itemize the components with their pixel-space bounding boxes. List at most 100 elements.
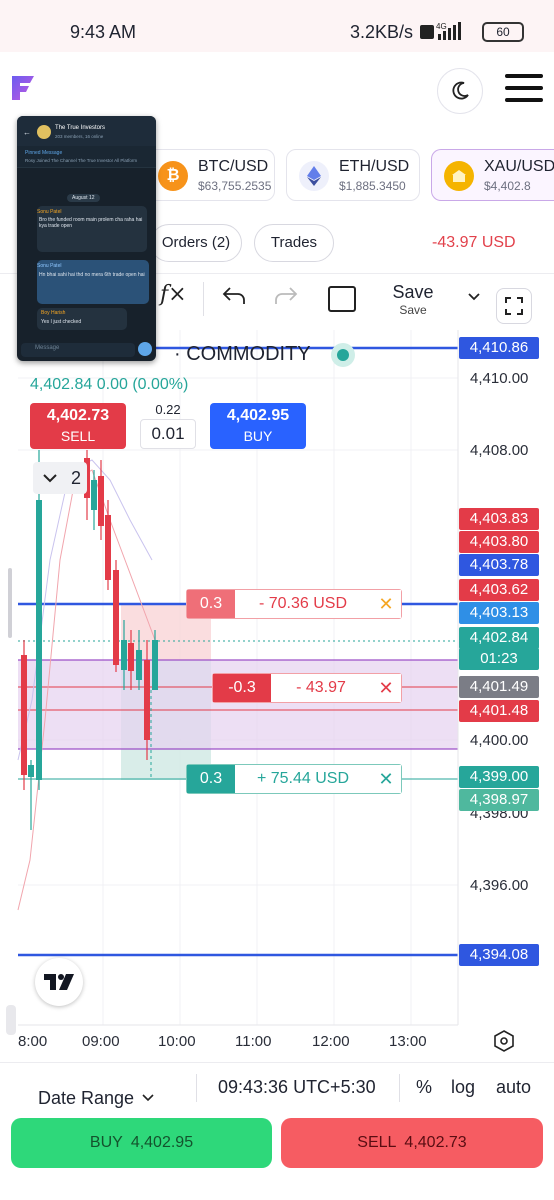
divider (399, 1074, 400, 1102)
position-order[interactable]: -0.3 - 43.97 ✕ (212, 673, 402, 703)
close-icon[interactable]: ✕ (371, 765, 401, 793)
mic-icon[interactable] (138, 342, 152, 356)
percent-scale-toggle[interactable]: % (416, 1077, 432, 1121)
f-logo-icon[interactable] (10, 74, 36, 102)
time-tick: 11:00 (235, 1033, 272, 1050)
msg-text: Yes I just checked (41, 319, 82, 325)
price-tag: 4,401.49 (459, 676, 539, 698)
axis-tick: 4,396.00 (470, 877, 529, 894)
price-tag: 4,403.80 (459, 531, 539, 553)
chevron-down-icon (43, 474, 57, 483)
close-icon[interactable]: ✕ (371, 674, 401, 702)
price-tag: 4,399.00 (459, 766, 539, 788)
order-qty: -0.3 (213, 674, 271, 702)
chart-settings-icon[interactable] (494, 1030, 514, 1057)
symbol-price: $63,755.2535 (198, 179, 272, 193)
date-chip: August 12 (67, 194, 100, 202)
pnl-value: -43.97 USD (432, 234, 516, 251)
date-range-label: Date Range (38, 1087, 135, 1108)
redo-icon (275, 287, 298, 304)
symbol-card-eth[interactable]: ETH/USD $1,885.3450 (286, 149, 420, 201)
buy-price: 4,402.95 (130, 1134, 194, 1151)
chevron-down-icon[interactable] (466, 288, 482, 309)
tab-trades[interactable]: Trades (254, 224, 334, 262)
redo-button[interactable] (272, 284, 300, 314)
back-arrow-icon[interactable]: ← (23, 128, 31, 137)
symbol-card-btc[interactable]: ₿ BTC/USD $63,755.2535 (145, 149, 275, 201)
gold-icon (444, 161, 474, 191)
price-tag: 4,403.13 (459, 602, 539, 624)
interval-selector[interactable]: 2 (33, 462, 87, 494)
symbol-name: ETH/USD (339, 158, 410, 175)
pinned-text: Rosy Joined The Channel The True Investo… (25, 158, 138, 163)
take-profit-order[interactable]: 0.3 + 75.44 USD ✕ (186, 764, 402, 794)
chart-buy-button[interactable]: 4,402.95 BUY (210, 403, 306, 449)
log-scale-toggle[interactable]: log (451, 1077, 475, 1121)
sell-label: SELL (357, 1134, 397, 1151)
time-tick: 13:00 (389, 1033, 427, 1050)
status-time: 9:43 AM (70, 22, 137, 42)
pinned-label: Pinned Message (25, 150, 63, 156)
sell-button[interactable]: SELL 4,402.73 (281, 1118, 543, 1168)
chevron-down-icon (142, 1094, 154, 1102)
order-value: - 70.36 USD (235, 590, 371, 618)
msg-text: Bro the funded room main prolem cha raha… (39, 217, 143, 229)
buy-label: BUY (243, 428, 273, 444)
lot-step: 0.22 (155, 402, 181, 417)
buy-button[interactable]: BUY 4,402.95 (11, 1118, 272, 1168)
save-button[interactable]: Save (390, 282, 436, 303)
axis-tick: 4,408.00 (470, 442, 529, 459)
hamburger-icon (505, 74, 543, 78)
symbol-name: BTC/USD (198, 158, 269, 175)
symbol-name: XAU/USD (484, 158, 554, 175)
order-qty: 0.3 (187, 590, 235, 618)
fullscreen-button[interactable] (496, 288, 532, 324)
chat-subtitle: 203 members, 16 online (55, 134, 104, 139)
layout-square-icon[interactable] (328, 286, 356, 312)
theme-toggle-button[interactable] (437, 68, 483, 114)
lot-quantity-input[interactable]: 0.01 (140, 419, 196, 449)
auto-scale-toggle[interactable]: auto (496, 1077, 531, 1121)
price-tag: 4,403.62 (459, 579, 539, 601)
price-tag: 4,394.08 (459, 944, 539, 966)
indicators-button[interactable]: f× (160, 282, 187, 312)
price-tag: 4,398.97 (459, 789, 539, 811)
order-value: - 43.97 (271, 674, 371, 702)
last-price-tag: 4,402.84 (459, 627, 539, 649)
time-tick: 10:00 (158, 1033, 196, 1050)
tab-orders[interactable]: Orders (2) (150, 224, 242, 262)
msg-author: Boy Harish (41, 310, 66, 316)
avatar (37, 125, 51, 139)
save-sublabel: Save (399, 303, 427, 317)
msg-text: Hn bhai sahi hai thd no mera 6th trade o… (39, 272, 145, 278)
price-tag: 4,403.83 (459, 508, 539, 530)
side-drawer-handle[interactable] (6, 1005, 16, 1035)
time-tick: 12:00 (312, 1033, 350, 1050)
chat-overlay-window[interactable]: ← The True Investors 203 members, 16 onl… (17, 116, 156, 361)
utc-clock[interactable]: 09:43:36 UTC+5:30 (218, 1077, 376, 1121)
battery-icon: 60 (482, 22, 524, 42)
order-value: + 75.44 USD (235, 765, 371, 793)
network-type: 4G (436, 22, 447, 31)
price-tag: 4,410.86 (459, 337, 539, 359)
divider (0, 1062, 554, 1063)
symbol-card-xau[interactable]: XAU/USD $4,402.8 (431, 149, 554, 201)
network-speed: 3.2KB/s (350, 22, 414, 42)
axis-tick: 4,400.00 (470, 732, 529, 749)
countdown-tag: 01:23 (459, 648, 539, 670)
date-range-button[interactable]: Date Range (38, 1076, 154, 1120)
axis-tick: 4,410.00 (470, 370, 529, 387)
msg-author: Sonu Patel (37, 209, 62, 215)
market-type-label: · COMMODITY (174, 343, 311, 365)
undo-button[interactable] (220, 284, 248, 314)
close-icon[interactable]: ✕ (371, 590, 401, 618)
tradingview-logo-icon[interactable] (35, 958, 83, 1006)
scrollbar[interactable] (8, 568, 12, 638)
hamburger-menu-button[interactable] (505, 74, 543, 104)
order-qty: 0.3 (187, 765, 235, 793)
symbol-price: $4,402.8 (484, 179, 531, 193)
stop-loss-order[interactable]: 0.3 - 70.36 USD ✕ (186, 589, 402, 619)
divider (196, 1074, 197, 1102)
sell-label: SELL (60, 428, 96, 444)
chart-sell-button[interactable]: 4,402.73 SELL (30, 403, 126, 449)
